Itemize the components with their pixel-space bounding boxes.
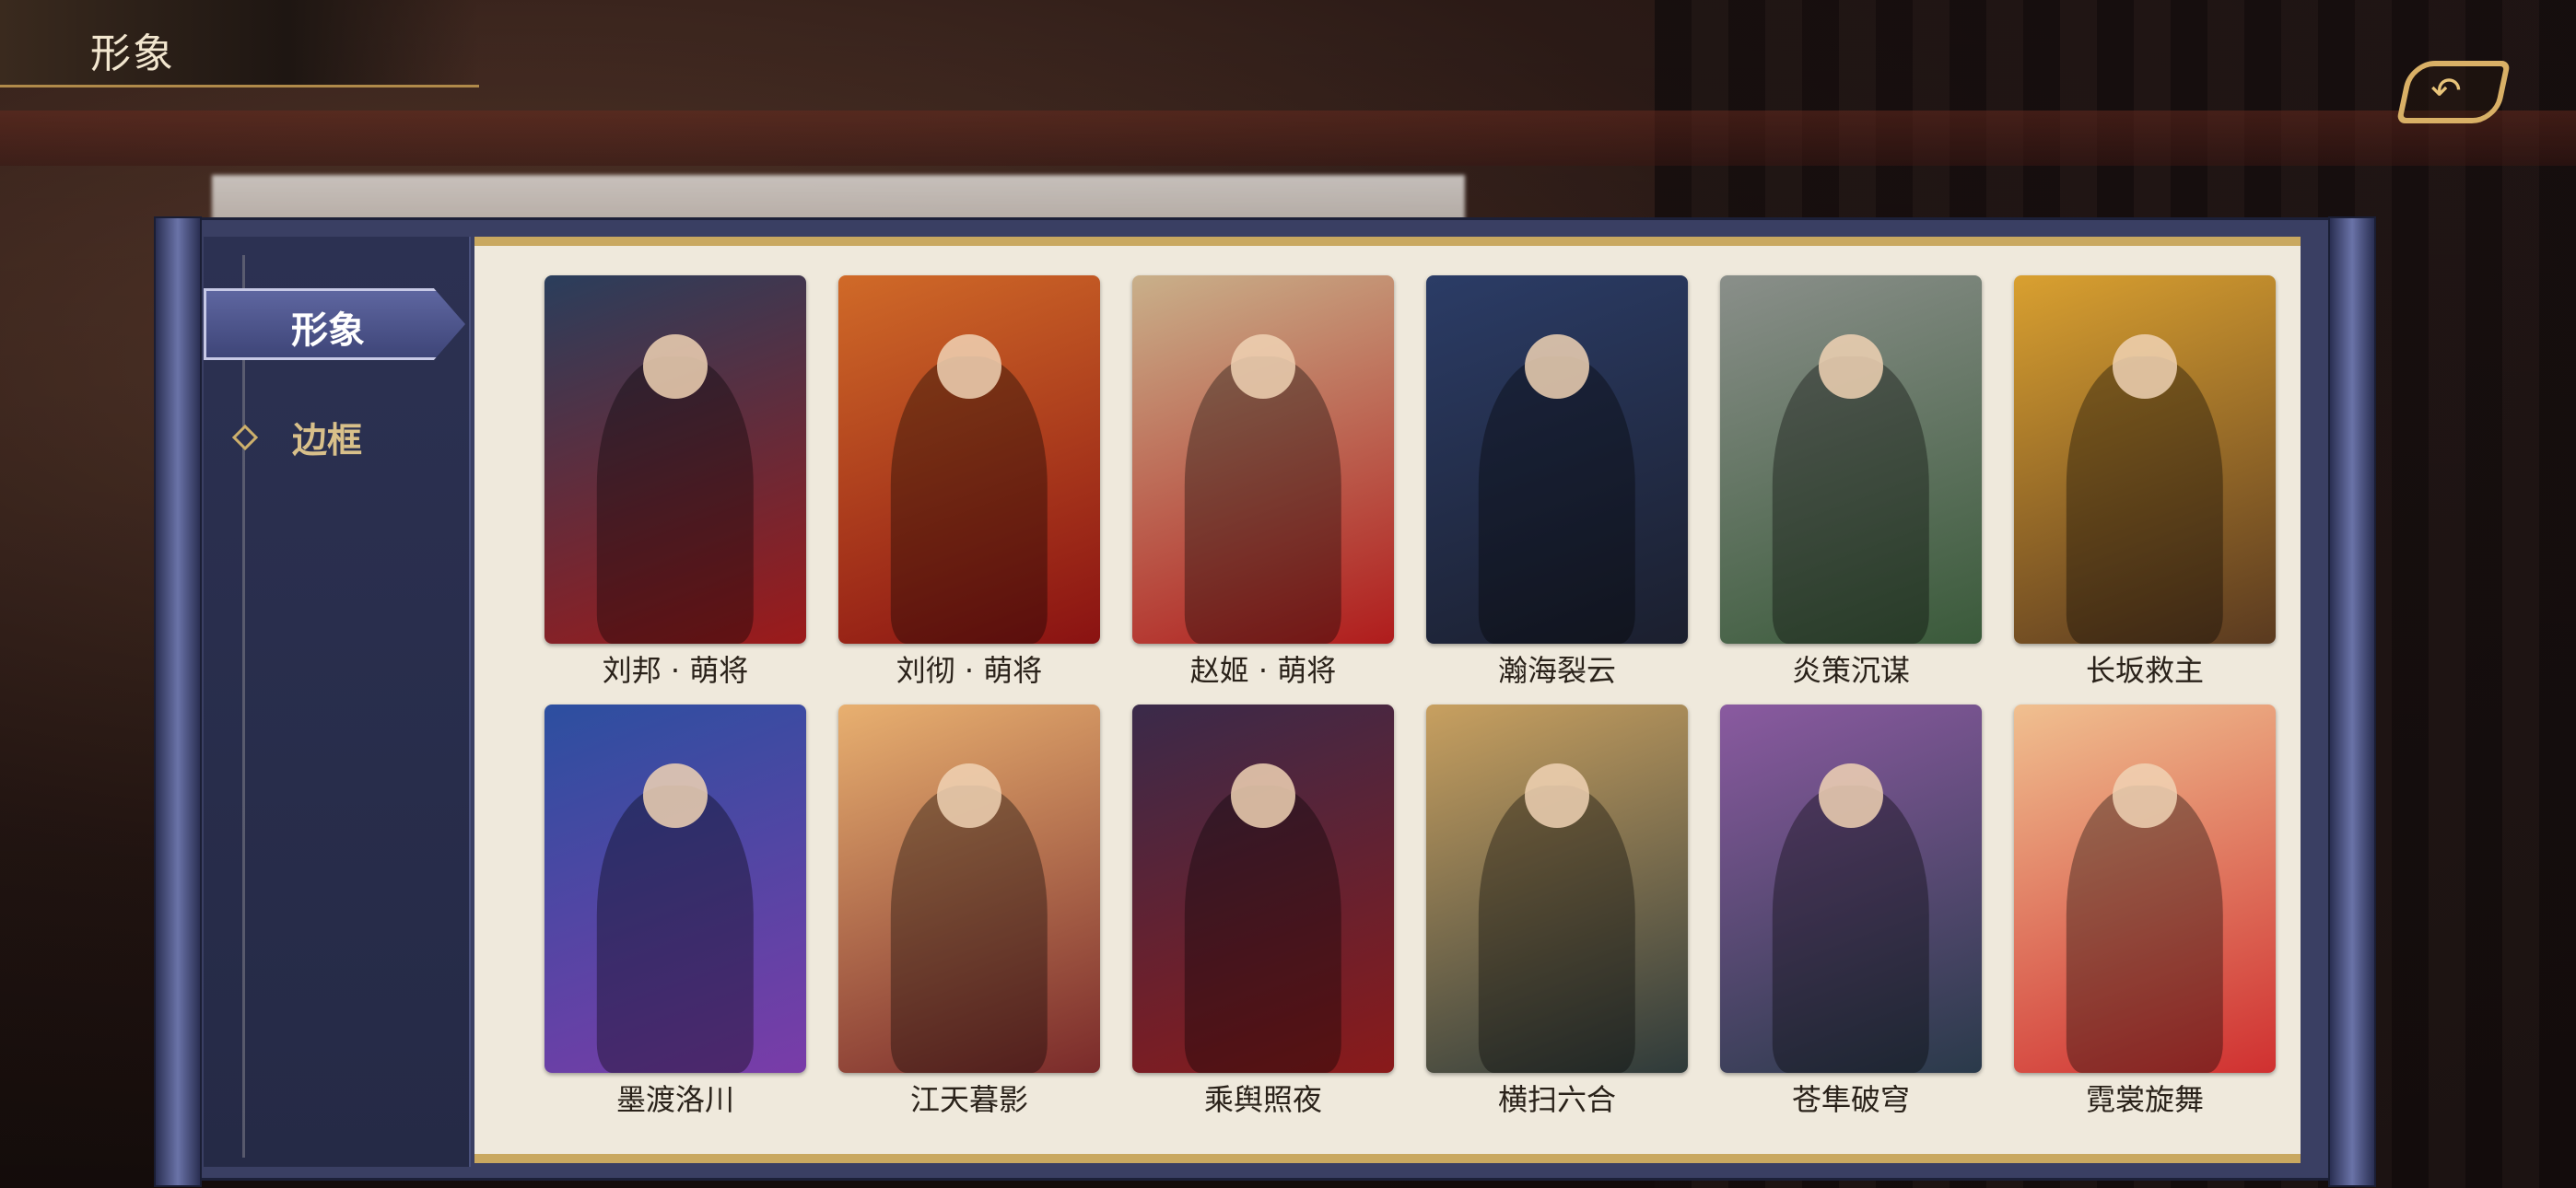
character-figure	[1478, 356, 1636, 644]
skin-card[interactable]: 墨渡洛川	[544, 705, 806, 1117]
skin-name: 横扫六合	[1497, 1082, 1616, 1117]
skin-card[interactable]: 霓裳旋舞	[2014, 705, 2276, 1117]
tab-frame[interactable]: 边框	[204, 399, 465, 471]
skin-portrait	[1426, 705, 1688, 1073]
character-head	[1819, 334, 1883, 399]
skin-portrait	[544, 705, 806, 1073]
character-head	[1231, 763, 1295, 828]
skin-card[interactable]: 炎策沉谋	[1720, 275, 1982, 688]
skin-portrait	[1132, 705, 1394, 1073]
skin-card[interactable]: 江天暮影	[838, 705, 1100, 1117]
tab-appearance-label: 形象	[291, 309, 365, 352]
character-head	[1819, 763, 1883, 828]
page-title: 形象	[90, 30, 175, 77]
skin-name: 瀚海裂云	[1497, 653, 1616, 688]
skin-card[interactable]: 苍隼破穹	[1720, 705, 1982, 1117]
skin-name: 赵姬 · 萌将	[1189, 653, 1337, 688]
skin-name: 乘舆照夜	[1203, 1082, 1322, 1117]
background-beam	[0, 111, 2576, 166]
skin-name: 霓裳旋舞	[2085, 1082, 2204, 1117]
character-head	[2113, 334, 2177, 399]
diamond-bullet-icon	[231, 424, 259, 451]
character-figure	[1184, 356, 1342, 644]
character-head	[937, 334, 1001, 399]
skin-portrait	[544, 275, 806, 644]
skin-portrait	[1720, 705, 1982, 1073]
character-figure	[1772, 786, 1930, 1073]
skin-name: 苍隼破穹	[1791, 1082, 1910, 1117]
skin-name: 长坂救主	[2085, 653, 2204, 688]
skin-card[interactable]: 乘舆照夜	[1132, 705, 1394, 1117]
frame-right-post	[2328, 216, 2376, 1187]
character-figure	[890, 356, 1048, 644]
skin-portrait	[1720, 275, 1982, 644]
character-figure	[596, 786, 755, 1073]
skin-name: 江天暮影	[909, 1082, 1028, 1117]
skin-name: 墨渡洛川	[615, 1082, 734, 1117]
skin-name: 炎策沉谋	[1791, 653, 1910, 688]
character-figure	[890, 786, 1048, 1073]
skin-portrait	[2014, 705, 2276, 1073]
character-figure	[2066, 786, 2224, 1073]
skin-portrait	[1132, 275, 1394, 644]
character-head	[937, 763, 1001, 828]
character-figure	[2066, 356, 2224, 644]
skin-portrait	[838, 705, 1100, 1073]
skin-card[interactable]: 刘彻 · 萌将	[838, 275, 1100, 688]
character-figure	[1772, 356, 1930, 644]
skin-name: 刘邦 · 萌将	[602, 653, 749, 688]
skin-card[interactable]: 瀚海裂云	[1426, 275, 1688, 688]
frame-left-post	[154, 216, 202, 1187]
skin-card[interactable]: 横扫六合	[1426, 705, 1688, 1117]
character-head	[1231, 334, 1295, 399]
skin-portrait	[2014, 275, 2276, 644]
tab-appearance[interactable]: 形象	[204, 288, 465, 360]
skin-gallery: 刘邦 · 萌将 刘彻 · 萌将 赵姬 · 萌将 瀚海裂云 炎策沉谋 长坂救主墨渡洛川 江天暮…	[474, 237, 2301, 1163]
character-head	[2113, 763, 2177, 828]
character-figure	[596, 356, 755, 644]
sidebar: 形象 边框	[204, 237, 471, 1167]
character-head	[643, 763, 708, 828]
tab-frame-label: 边框	[292, 420, 363, 460]
skin-card[interactable]: 赵姬 · 萌将	[1132, 275, 1394, 688]
sidebar-divider	[242, 255, 245, 1158]
title-bar: 形象	[0, 0, 479, 87]
back-arrow-icon: ↶	[2430, 70, 2462, 112]
character-head	[1525, 334, 1589, 399]
skin-portrait	[838, 275, 1100, 644]
skin-name: 刘彻 · 萌将	[896, 653, 1043, 688]
character-head	[643, 334, 708, 399]
character-head	[1525, 763, 1589, 828]
main-panel: 形象 边框 刘邦 · 萌将 刘彻 · 萌将 赵姬 · 萌将 瀚海裂云 炎策沉谋 长坂救主墨…	[154, 216, 2376, 1187]
character-figure	[1478, 786, 1636, 1073]
skin-portrait	[1426, 275, 1688, 644]
skin-card[interactable]: 刘邦 · 萌将	[544, 275, 806, 688]
back-button[interactable]: ↶	[2395, 61, 2512, 123]
character-figure	[1184, 786, 1342, 1073]
skin-card[interactable]: 长坂救主	[2014, 275, 2276, 688]
